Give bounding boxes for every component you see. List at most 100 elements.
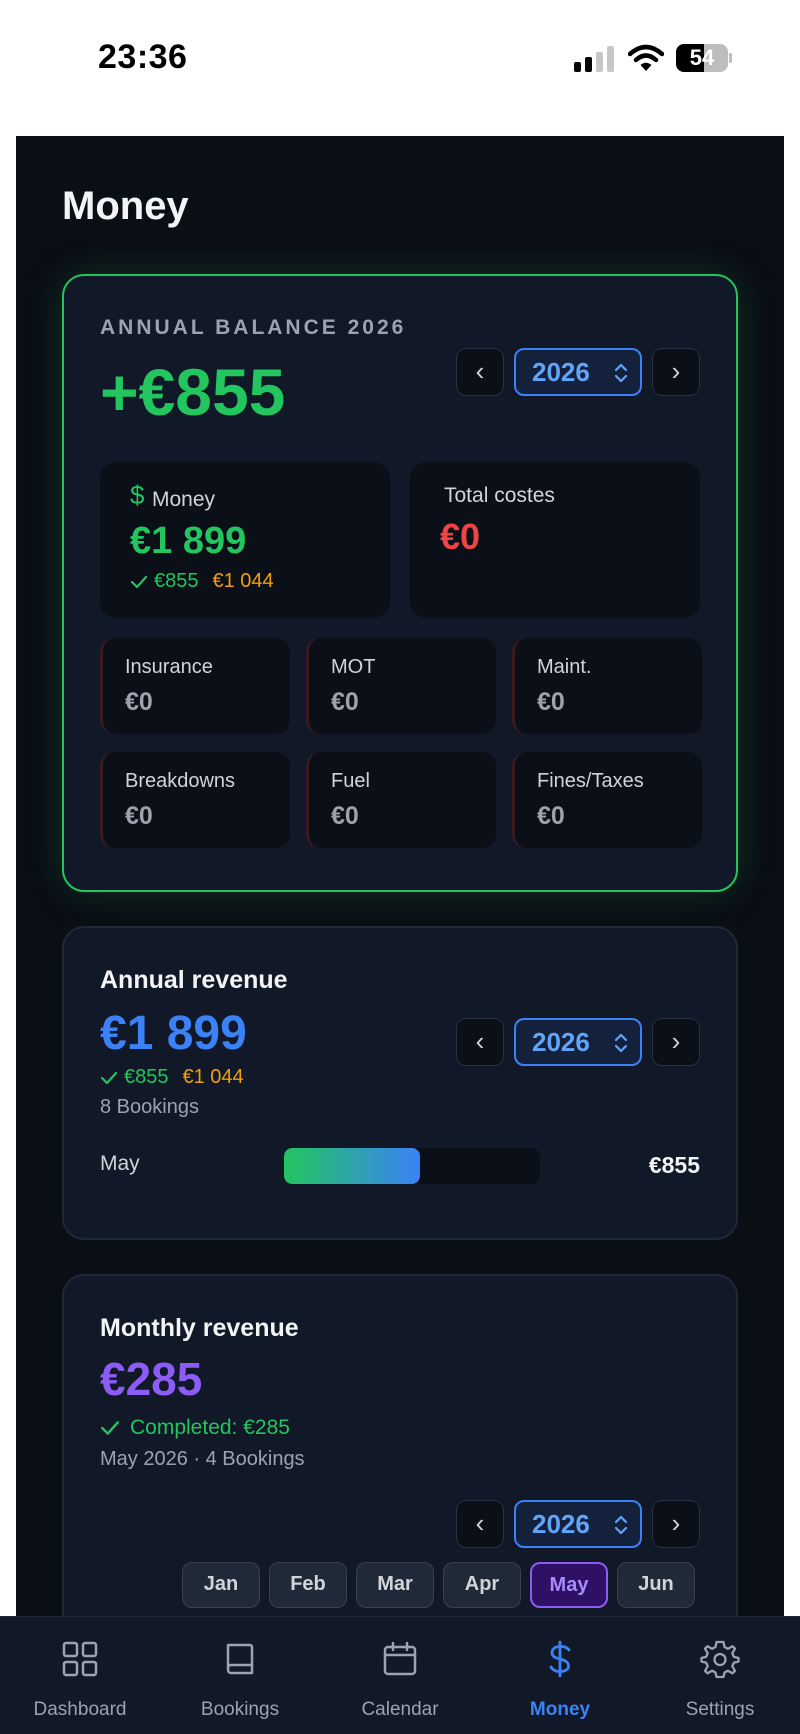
cost-item-label: Insurance (125, 656, 213, 678)
month-revenue-bar (284, 1148, 540, 1184)
battery-level: 54 (689, 45, 715, 70)
balance-next-year-button[interactable]: › (652, 348, 700, 396)
tab-label: Settings (685, 1699, 755, 1720)
annual-prev-year-button[interactable]: ‹ (456, 1018, 504, 1066)
annual-year-nav: ‹ 2026 › (456, 1018, 700, 1066)
month-chip-mar[interactable]: Mar (356, 1562, 434, 1608)
money-label: Money (152, 488, 216, 511)
monthly-year-select[interactable]: 2026 (514, 1500, 642, 1548)
tab-money[interactable]: Money (480, 1617, 640, 1734)
balance-prev-year-button[interactable]: ‹ (456, 348, 504, 396)
annual-year-value: 2026 (532, 1027, 590, 1057)
annual-revenue-breakdown: €855 €1 044 (100, 1066, 244, 1089)
status-bar: 23:36 54 (0, 0, 800, 120)
monthly-meta: May 2026 · 4 Bookings (100, 1448, 305, 1470)
annual-balance-card: ANNUAL BALANCE 2026 +€855 ‹ 2026 › $ Mon… (62, 274, 738, 892)
cost-item-value: €0 (125, 688, 153, 716)
cost-item-insurance: Insurance €0 (100, 638, 290, 734)
annual-pending: €1 044 (182, 1066, 244, 1088)
chevron-updown-icon (614, 1515, 628, 1535)
tab-label: Dashboard (33, 1699, 127, 1720)
money-tile: $ Money €1 899 €855 €1 044 (100, 462, 390, 618)
calendar-icon (383, 1641, 417, 1676)
tab-calendar[interactable]: Calendar (320, 1617, 480, 1734)
cost-item-mot: MOT €0 (306, 638, 496, 734)
total-costs-label: Total costes (444, 484, 555, 507)
cost-item-fuel: Fuel €0 (306, 752, 496, 848)
cost-item-maintenance: Maint. €0 (512, 638, 702, 734)
annual-revenue-card: Annual revenue €1 899 €855 €1 044 8 Booki… (62, 926, 738, 1240)
balance-year-select[interactable]: 2026 (514, 348, 642, 396)
annual-year-select[interactable]: 2026 (514, 1018, 642, 1066)
tab-label: Money (529, 1699, 591, 1720)
monthly-year-value: 2026 (532, 1509, 590, 1539)
gear-icon (700, 1640, 740, 1679)
cost-item-value: €0 (331, 688, 359, 716)
tab-bookings[interactable]: Bookings (160, 1617, 320, 1734)
tab-bar: Dashboard Bookings Calendar Money Settin… (0, 1616, 800, 1734)
chevron-updown-icon (614, 363, 628, 383)
month-selector: Jan Feb Mar Apr May Jun (182, 1562, 702, 1608)
monthly-revenue-card: Monthly revenue €285 Completed: €285 May… (62, 1274, 738, 1616)
money-completed: €855 (154, 570, 199, 592)
cost-item-label: Maint. (537, 656, 592, 678)
annual-balance-label: ANNUAL BALANCE 2026 (100, 316, 407, 339)
annual-revenue-value: €1 899 (100, 1007, 247, 1060)
app-screen: Money ANNUAL BALANCE 2026 +€855 ‹ 2026 ›… (16, 136, 784, 1616)
annual-balance-value: +€855 (100, 355, 286, 429)
tab-dashboard[interactable]: Dashboard (0, 1617, 160, 1734)
balance-year-nav: ‹ 2026 › (456, 348, 700, 396)
cost-item-value: €0 (125, 802, 153, 830)
cost-item-label: Fines/Taxes (537, 770, 644, 792)
monthly-prev-year-button[interactable]: ‹ (456, 1500, 504, 1548)
tab-label: Calendar (361, 1699, 439, 1720)
total-costs-value: €0 (440, 516, 481, 557)
month-chip-feb[interactable]: Feb (269, 1562, 347, 1608)
month-bar-label: May (100, 1152, 140, 1175)
monthly-revenue-title: Monthly revenue (100, 1314, 299, 1342)
check-icon (100, 1071, 118, 1084)
month-chip-apr[interactable]: Apr (443, 1562, 521, 1608)
total-costs-tile: Total costes €0 (410, 462, 700, 618)
page-title: Money (62, 184, 189, 228)
monthly-revenue-value: €285 (100, 1353, 203, 1405)
wifi-icon (628, 44, 664, 71)
cost-item-label: MOT (331, 656, 376, 678)
month-chip-jun[interactable]: Jun (617, 1562, 695, 1608)
monthly-year-nav: ‹ 2026 › (456, 1500, 700, 1548)
battery-icon: 54 (676, 44, 732, 72)
month-chip-jan[interactable]: Jan (182, 1562, 260, 1608)
check-icon (130, 575, 148, 588)
cost-item-label: Fuel (331, 770, 370, 792)
cost-item-fines-taxes: Fines/Taxes €0 (512, 752, 702, 848)
grid-icon (62, 1641, 98, 1677)
book-icon (226, 1643, 254, 1675)
status-time: 23:36 (98, 38, 188, 76)
cost-item-breakdowns: Breakdowns €0 (100, 752, 290, 848)
money-pending: €1 044 (212, 570, 274, 592)
month-bar-amount: €855 (648, 1152, 700, 1178)
balance-year-value: 2026 (532, 357, 590, 387)
check-icon (101, 1421, 119, 1436)
monthly-next-year-button[interactable]: › (652, 1500, 700, 1548)
dollar-icon: $ (130, 480, 145, 510)
annual-completed: €855 (124, 1066, 169, 1088)
month-chip-may[interactable]: May (530, 1562, 608, 1608)
tab-label: Bookings (200, 1699, 280, 1720)
dollar-icon (549, 1640, 571, 1678)
money-value: €1 899 (130, 520, 247, 562)
month-revenue-bar-fill (284, 1148, 420, 1184)
annual-revenue-title: Annual revenue (100, 966, 288, 994)
annual-bookings-count: 8 Bookings (100, 1096, 199, 1118)
tab-settings[interactable]: Settings (640, 1617, 800, 1734)
annual-next-year-button[interactable]: › (652, 1018, 700, 1066)
cost-item-label: Breakdowns (125, 770, 236, 792)
cellular-signal-icon (574, 46, 614, 72)
monthly-completed: Completed: €285 (100, 1416, 290, 1440)
money-breakdown: €855 €1 044 (130, 570, 274, 593)
monthly-completed-text: Completed: €285 (130, 1416, 290, 1439)
cost-item-value: €0 (537, 688, 565, 716)
cost-item-value: €0 (331, 802, 359, 830)
chevron-updown-icon (614, 1033, 628, 1053)
cost-item-value: €0 (537, 802, 565, 830)
